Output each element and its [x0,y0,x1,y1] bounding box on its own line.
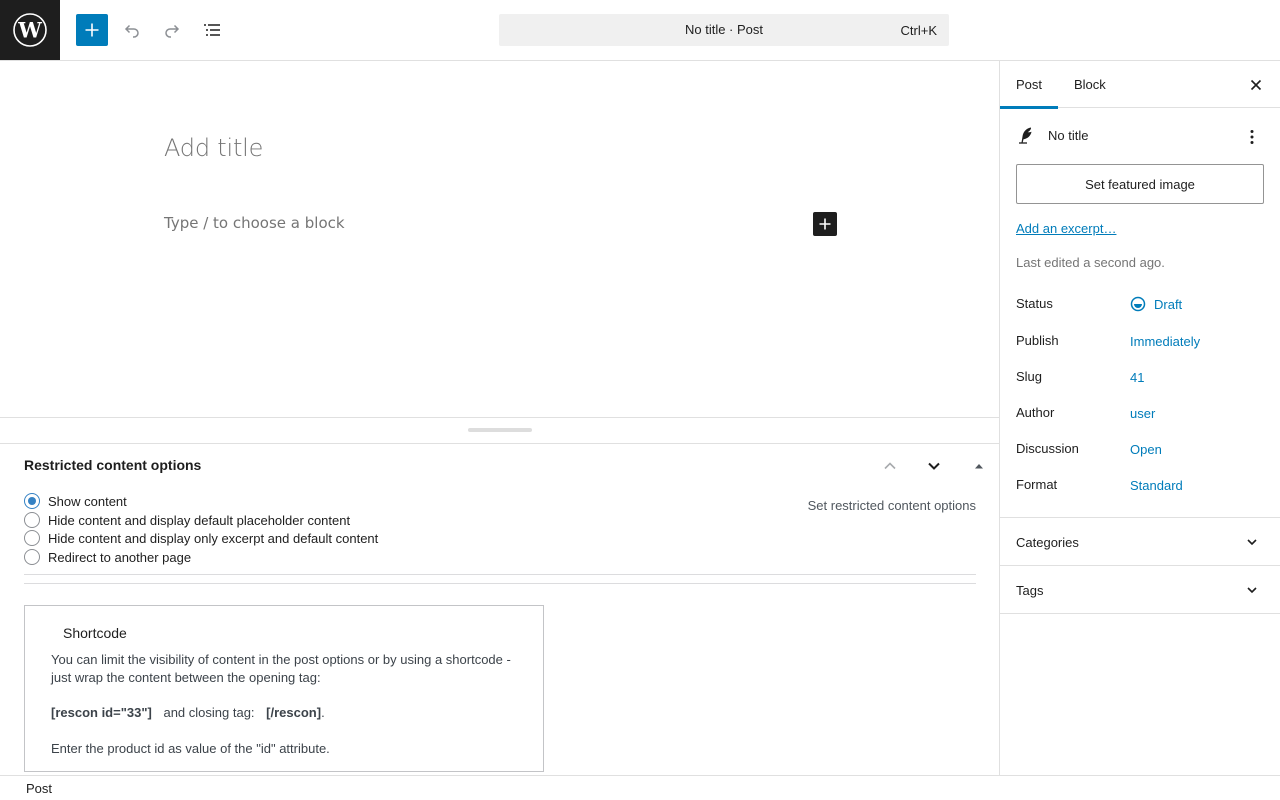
format-value[interactable]: Standard [1130,478,1183,493]
document-overview-button[interactable] [196,14,228,46]
shortcode-description: You can limit the visibility of content … [51,652,511,685]
chevron-down-icon [928,462,940,470]
plus-icon [85,23,99,37]
post-title-input[interactable]: Add title [164,134,263,162]
post-card: No title [1016,123,1266,147]
format-label: Format [1016,477,1058,492]
add-excerpt-link[interactable]: Add an excerpt… [1016,221,1116,236]
tab-label: Post [1016,77,1043,92]
svg-text:W: W [17,18,42,43]
tab-block[interactable]: Block [1058,61,1122,108]
last-edited-text: Last edited a second ago. [1016,255,1165,270]
radio-label: Hide content and display default placeho… [48,512,351,528]
list-view-icon [204,24,220,36]
radio-show-content[interactable]: Show content [24,493,127,509]
breadcrumb[interactable]: Post [26,781,52,796]
publish-value[interactable]: Immediately [1130,334,1200,349]
redo-button[interactable] [156,14,188,46]
post-feather-icon [1019,127,1032,144]
settings-sidebar: Post Block No title Set featured image A… [999,61,1280,775]
discussion-value[interactable]: Open [1130,442,1162,457]
panel-title: Categories [1016,535,1079,550]
divider [1000,613,1280,614]
command-palette-bar[interactable]: No title · Post Ctrl+K [499,14,949,46]
inline-add-block-button[interactable] [813,212,837,236]
slug-value[interactable]: 41 [1130,370,1144,385]
more-vertical-icon [1250,130,1254,144]
shortcode-note: Enter the product id as value of the "id… [51,741,330,756]
draft-status-icon [1130,296,1146,312]
move-down-button[interactable] [922,454,946,478]
chevron-down-icon [1240,532,1264,552]
shortcode-middle-text: and closing tag: [163,705,255,720]
editor-canvas: Add title Type / to choose a block [0,61,999,417]
panel-title: Tags [1016,583,1044,598]
shortcode-end: . [321,705,325,720]
radio-label: Redirect to another page [48,549,192,565]
undo-icon [124,24,139,38]
keyboard-shortcut: Ctrl+K [900,23,937,38]
status-label: Status [1016,296,1053,311]
author-label: Author [1016,405,1055,420]
divider [0,443,999,444]
opening-tag: [rescon id="33"] [51,705,152,720]
metabox-title: Restricted content options [24,457,202,473]
redo-icon [165,24,180,38]
divider [24,583,976,584]
radio-redirect[interactable]: Redirect to another page [24,549,191,565]
close-icon [1250,79,1262,91]
radio-label: Hide content and display only excerpt an… [48,530,379,546]
sidebar-tabs: Post Block [1000,61,1280,109]
toggle-panel-button[interactable] [967,454,991,478]
radio-input[interactable] [24,512,40,528]
author-value[interactable]: user [1130,406,1155,421]
tags-panel-toggle[interactable]: Tags [1000,565,1280,613]
divider [24,574,976,575]
tab-post[interactable]: Post [1000,61,1059,109]
radio-input[interactable] [24,530,40,546]
wordpress-logo-icon[interactable]: W [0,0,60,60]
editor-footer: Post [0,775,1280,800]
close-sidebar-button[interactable] [1244,73,1268,97]
block-inserter-button[interactable] [76,14,108,46]
meta-boxes-area: Restricted content options Show content … [0,417,999,775]
document-title: No title · Post [684,22,764,37]
move-up-button[interactable] [878,454,902,478]
radio-hide-placeholder[interactable]: Hide content and display default placeho… [24,512,350,528]
slug-label: Slug [1016,369,1043,384]
radio-input[interactable] [24,493,40,509]
triangle-up-icon [975,464,983,469]
editor-header: W No title · Post Ctrl+K [0,0,1280,61]
post-name: No title [1048,127,1089,143]
radio-label: Show content [48,493,127,509]
tab-label: Block [1074,77,1106,92]
radio-hide-excerpt[interactable]: Hide content and display only excerpt an… [24,530,378,546]
undo-button[interactable] [116,14,148,46]
discussion-label: Discussion [1016,441,1079,456]
status-value[interactable]: Draft [1130,296,1182,312]
shortcode-info-box: Shortcode You can limit the visibility o… [24,605,544,772]
publish-label: Publish [1016,333,1059,348]
chevron-down-icon [1240,580,1264,600]
shortcode-title: Shortcode [63,625,127,641]
block-appender[interactable]: Type / to choose a block [164,214,345,232]
chevron-up-icon [884,462,896,470]
plus-icon [819,218,831,230]
set-featured-image-button[interactable]: Set featured image [1016,164,1264,204]
shortcode-tags: [rescon id="33"] and closing tag: [/resc… [51,705,325,720]
radio-input[interactable] [24,549,40,565]
closing-tag: [/rescon] [266,705,322,720]
categories-panel-toggle[interactable]: Categories [1000,517,1280,565]
status-value-label: Draft [1154,296,1183,312]
metabox-hint: Set restricted content options [807,498,976,513]
post-actions-button[interactable] [1240,125,1264,149]
meta-resize-handle[interactable] [468,428,532,432]
